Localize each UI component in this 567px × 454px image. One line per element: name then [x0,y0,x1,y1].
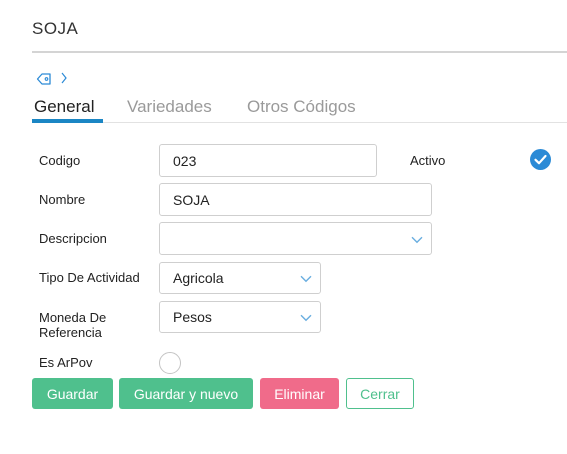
descripcion-label: Descripcion [39,231,107,246]
chevron-down-icon [411,236,423,243]
moneda-label: Moneda De Referencia [39,310,106,340]
nombre-input[interactable]: SOJA [159,183,432,216]
descripcion-select[interactable] [159,222,432,255]
activo-label: Activo [410,153,446,168]
tipo-actividad-value: Agricola [173,270,224,286]
codigo-input[interactable]: 023 [159,144,377,177]
page-title: SOJA [32,19,79,38]
codigo-label: Codigo [39,153,81,168]
tab-otros-codigos[interactable]: Otros Códigos [247,97,356,117]
es-arpov-label: Es ArPov [39,355,93,370]
nombre-value: SOJA [173,191,210,208]
chevron-down-icon [300,314,312,322]
moneda-value: Pesos [173,309,212,325]
save-button[interactable]: Guardar [32,378,113,409]
tipo-actividad-label: Tipo De Actividad [39,270,140,285]
title-divider [32,51,567,53]
tab-variedades[interactable]: Variedades [127,97,212,117]
tab-general[interactable]: General [34,97,94,117]
moneda-select[interactable]: Pesos [159,301,321,333]
close-button[interactable]: Cerrar [346,378,414,409]
nombre-label: Nombre [39,192,86,207]
es-arpov-checkbox[interactable] [158,351,182,375]
active-tab-indicator [32,119,103,123]
codigo-value: 023 [173,152,197,169]
tipo-actividad-select[interactable]: Agricola [159,262,321,294]
save-and-new-button[interactable]: Guardar y nuevo [119,378,253,409]
tabs-divider [32,122,567,123]
delete-button[interactable]: Eliminar [260,378,339,409]
chevron-right-icon [61,72,67,84]
activo-checkbox[interactable] [529,148,552,171]
moneda-label-line1: Moneda De [39,310,107,325]
tag-icon[interactable] [36,72,52,86]
chevron-down-icon [300,275,312,283]
moneda-label-line2: Referencia [39,325,102,340]
